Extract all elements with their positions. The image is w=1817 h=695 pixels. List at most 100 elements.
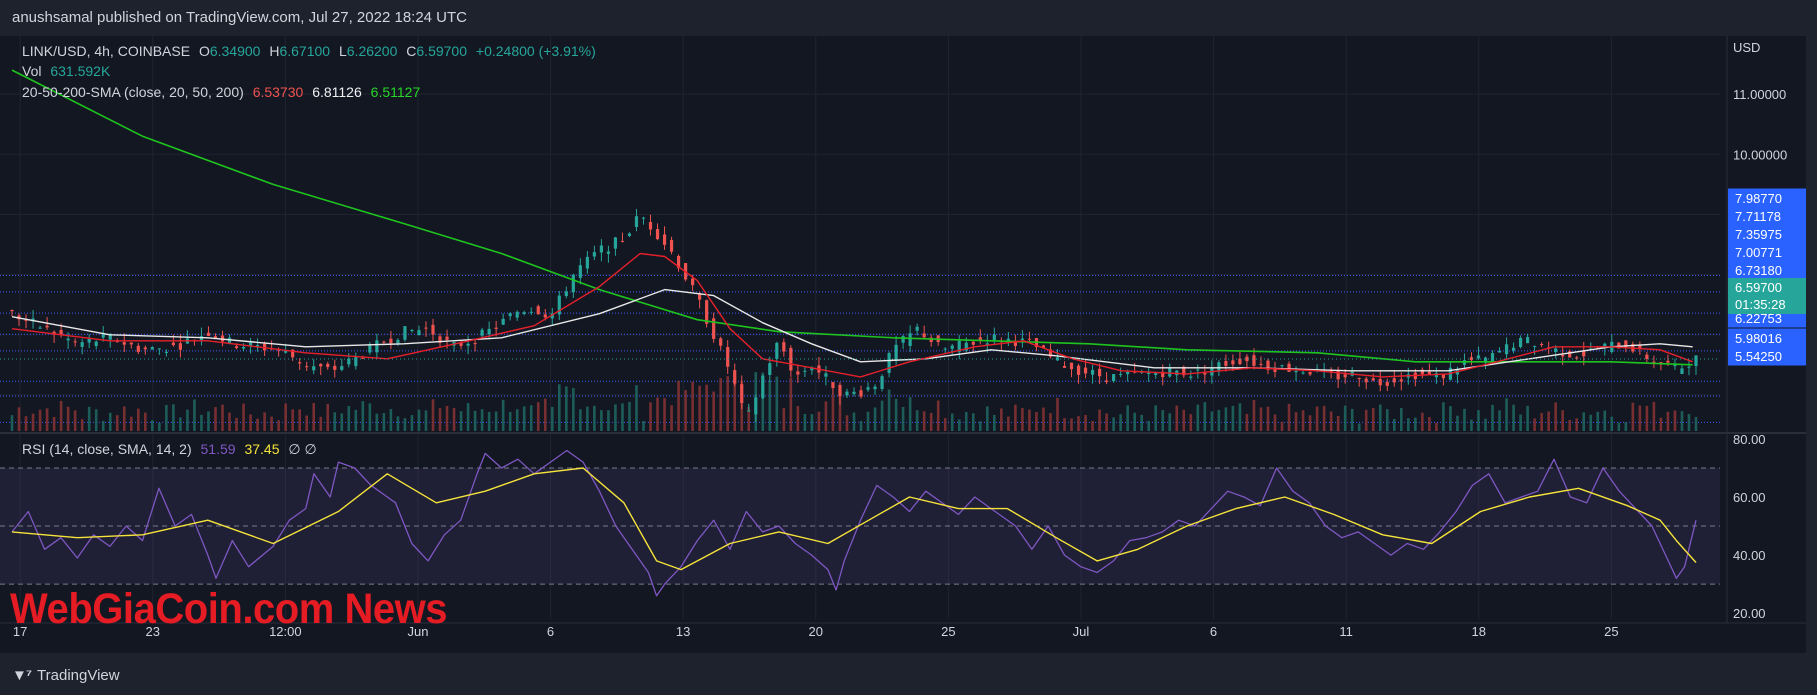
volume-bar [656,397,659,431]
candle-body [1231,360,1235,365]
candle-body [613,237,618,249]
candle-body [417,330,421,336]
volume-bar [1407,418,1410,431]
candle-body [1126,371,1130,375]
chart-canvas[interactable]: USD11.0000010.000009.000007.987707.71178… [0,36,1806,653]
volume-bar [1610,416,1614,431]
candle-body [1673,364,1677,367]
candle-body [1196,369,1200,371]
candle-body [424,327,428,329]
volume-bar [186,409,189,431]
candle-body [319,363,323,367]
volume-bar [1666,411,1670,431]
vol-label[interactable]: Vol [22,63,41,79]
volume-bar [1021,408,1024,431]
volume-bar [200,414,203,431]
volume-bar [1035,412,1038,431]
high-label: H [269,43,280,59]
volume-bar [1519,414,1522,431]
candle-body [1273,369,1277,372]
candle-body [578,265,582,278]
candle-body [1378,379,1382,386]
candle-body [326,363,330,368]
volume-bar [1357,423,1361,431]
volume-bar [1421,412,1424,431]
candle-body [150,347,154,350]
candle-body [87,338,91,343]
candle-body [157,348,161,350]
volume-bar [1673,410,1677,431]
candle-body [1301,372,1305,374]
volume-bar [1329,411,1333,431]
volume-bar [24,416,28,431]
footer-brand[interactable]: TradingView [37,667,120,684]
close-label: C [406,43,417,59]
volume-bar [817,411,821,431]
tradingview-logo-icon[interactable]: ▼⁷ [12,667,32,684]
volume-bar [803,413,807,431]
volume-bar [1322,405,1326,431]
volume-bar [1596,411,1600,431]
candle-body [950,345,954,349]
volume-bar [45,408,49,431]
volume-bar [1231,405,1235,431]
candle-body [971,341,975,345]
volume-bar [1084,414,1087,431]
candle-body [768,363,772,375]
candle-body [943,348,947,350]
rsi-label[interactable]: RSI (14, close, SMA, 14, 2) [22,441,192,457]
candle-body [1645,354,1649,360]
time-axis-tick: 25 [941,624,955,639]
volume-bar [508,412,512,431]
rsi-axis-tick: 40.00 [1733,548,1766,563]
candle-body [908,333,912,346]
volume-bar [894,398,898,431]
candle-body [234,346,239,349]
candle-body [880,376,884,389]
level-label-text: 7.35975 [1735,227,1782,242]
volume-bar [1315,406,1319,431]
volume-bar [1603,410,1607,431]
change-value: +0.24800 (+3.91%) [475,43,596,59]
candle-body [740,384,744,404]
volume-bar [94,409,98,431]
volume-bar [1624,422,1628,431]
candle-body [1062,365,1067,368]
candle-body [1097,368,1102,377]
time-axis-tick: 18 [1472,624,1486,639]
volume-bar [1400,408,1403,431]
volume-bar [986,406,989,431]
volume-bar [536,402,540,431]
volume-bar [1414,417,1417,431]
volume-bar [158,422,161,431]
candle-body [922,333,926,338]
volume-bar [1287,403,1291,431]
candle-body [45,325,49,328]
symbol-label[interactable]: LINK/USD, 4h, COINBASE [22,43,190,59]
volume-bar [1042,407,1045,431]
time-axis-tick: 6 [1210,624,1217,639]
sma-label[interactable]: 20-50-200-SMA (close, 20, 50, 200) [22,84,244,100]
volume-bar [719,378,722,431]
volume-bar [1196,404,1200,431]
candle-body [747,410,751,412]
candle-body [333,365,337,370]
candle-body [585,256,589,269]
volume-bar [1687,414,1691,431]
level-label-text: 6.73180 [1735,263,1782,278]
volume-bar [649,402,652,431]
candle-body [66,338,70,341]
candle-body [733,370,737,384]
candle-body [1076,365,1081,375]
volume-bar [333,412,337,431]
volume-bar [593,405,596,431]
volume-bar [73,410,77,431]
volume-bar [1385,409,1389,431]
volume-bar [908,397,912,431]
candle-body [515,311,519,318]
currency-label: USD [1733,40,1760,55]
volume-bar [312,403,316,431]
volume-bar [179,417,182,431]
volume-bar [1371,407,1375,431]
candle-body [1287,363,1291,372]
